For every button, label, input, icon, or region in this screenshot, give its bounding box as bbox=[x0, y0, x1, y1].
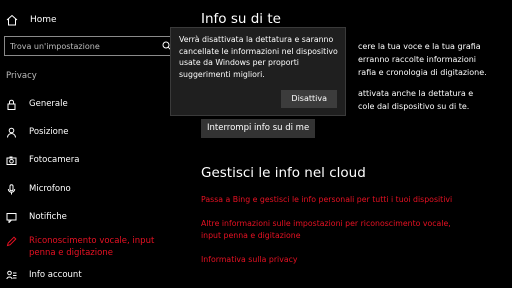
section-label-privacy: Privacy bbox=[6, 71, 37, 81]
lock-icon bbox=[7, 99, 16, 110]
home-icon bbox=[6, 14, 18, 26]
sidebar-item-label: Riconoscimento vocale, input penna e dig… bbox=[29, 236, 155, 258]
sidebar-item-posizione[interactable]: Posizione bbox=[6, 126, 179, 138]
microphone-icon bbox=[7, 184, 16, 195]
sidebar-item-notifiche[interactable]: Notifiche bbox=[6, 211, 179, 223]
account-icon bbox=[6, 270, 17, 280]
sidebar: Home Privacy Generale Posizione Fotocame… bbox=[0, 0, 184, 288]
home-label: Home bbox=[30, 15, 57, 25]
bing-manage-link[interactable]: Passa a Bing e gestisci le info personal… bbox=[201, 194, 501, 206]
home-nav-item[interactable]: Home bbox=[6, 12, 57, 28]
stop-info-button[interactable]: Interrompi info su di me bbox=[201, 119, 316, 138]
sidebar-item-riconoscimento-vocale[interactable]: Riconoscimento vocale, input penna e dig… bbox=[6, 235, 179, 259]
page-title: Info su di te bbox=[201, 11, 281, 27]
sidebar-item-label: Posizione bbox=[29, 127, 69, 137]
cloud-section-title: Gestisci le info nel cloud bbox=[201, 165, 366, 181]
sidebar-item-info-account[interactable]: Info account bbox=[6, 269, 179, 281]
person-location-icon bbox=[7, 127, 16, 138]
search-input[interactable] bbox=[5, 37, 160, 55]
notification-icon bbox=[6, 213, 17, 223]
sidebar-item-fotocamera[interactable]: Fotocamera bbox=[6, 154, 179, 166]
more-info-link[interactable]: Altre informazioni sulle impostazioni pe… bbox=[201, 218, 471, 242]
sidebar-item-label: Fotocamera bbox=[29, 155, 80, 165]
confirm-flyout: Verrà disattivata la dettatura e saranno… bbox=[170, 27, 346, 116]
pen-icon bbox=[6, 236, 17, 247]
disable-button[interactable]: Disattiva bbox=[281, 90, 337, 108]
privacy-policy-link[interactable]: Informativa sulla privacy bbox=[201, 254, 501, 266]
sidebar-item-generale[interactable]: Generale bbox=[6, 98, 179, 110]
sidebar-item-label: Info account bbox=[29, 270, 82, 280]
camera-icon bbox=[6, 156, 17, 165]
sidebar-item-label: Notifiche bbox=[29, 212, 67, 222]
flyout-message: Verrà disattivata la dettatura e saranno… bbox=[179, 35, 338, 79]
search-box bbox=[4, 36, 174, 56]
sidebar-item-label: Generale bbox=[29, 99, 68, 109]
sidebar-item-microfono[interactable]: Microfono bbox=[6, 183, 179, 195]
sidebar-item-label: Microfono bbox=[29, 184, 71, 194]
